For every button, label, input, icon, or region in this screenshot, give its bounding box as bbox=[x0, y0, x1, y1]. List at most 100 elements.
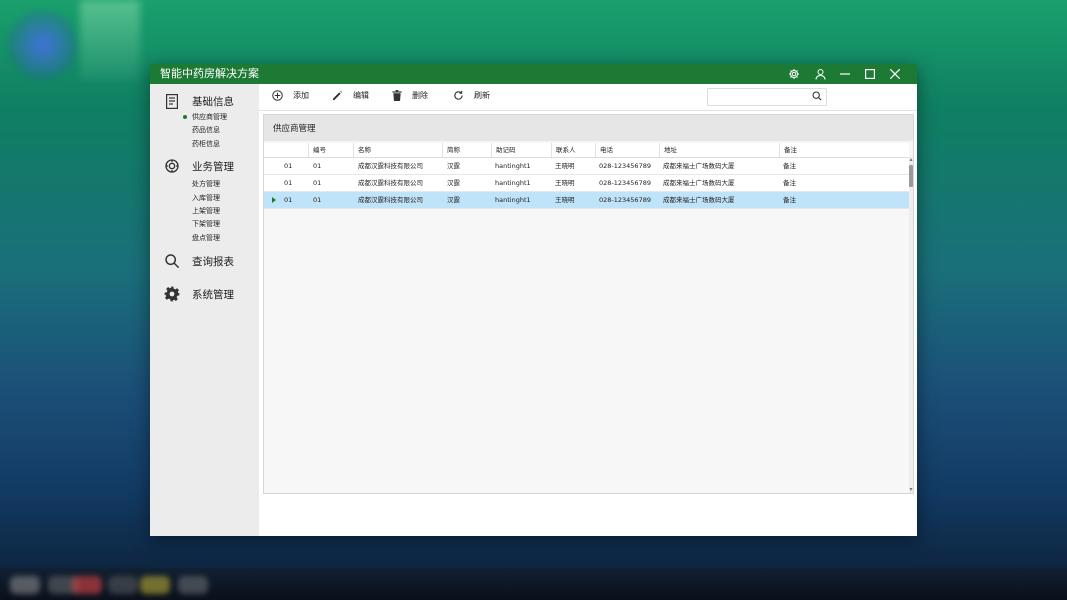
scroll-up-icon[interactable]: ▴ bbox=[909, 157, 913, 163]
add-label: 添加 bbox=[293, 91, 309, 100]
nav-basic-info-label: 基础信息 bbox=[192, 95, 234, 108]
nav-system-label: 系统管理 bbox=[192, 288, 234, 301]
close-icon bbox=[890, 69, 900, 79]
sidebar-item-drug-info[interactable]: 药品信息 bbox=[192, 125, 220, 135]
title-bar: 智能中药房解决方案 bbox=[150, 64, 917, 84]
desktop-icon-blur bbox=[80, 0, 140, 80]
gear-icon bbox=[164, 286, 180, 302]
row-seq: 01 bbox=[284, 162, 293, 170]
pencil-icon bbox=[332, 90, 343, 101]
column-header-address[interactable]: 地址 bbox=[659, 143, 779, 157]
document-icon bbox=[164, 93, 180, 109]
table-row[interactable]: 01 01 成都汉霆科技有限公司 汉霆 hantinght1 王晓明 028-1234567… bbox=[264, 158, 909, 175]
cell-address: 成都来福士广场数码大厦 bbox=[663, 179, 735, 187]
sidebar: 基础信息 供应商管理 药品信息 药柜信息 业务管理 处方管理 入库管理 上架管理… bbox=[150, 84, 259, 536]
nav-system[interactable]: 系统管理 bbox=[164, 286, 234, 302]
search-input[interactable] bbox=[708, 93, 812, 110]
nav-reports-label: 查询报表 bbox=[192, 255, 234, 268]
current-row-arrow-icon bbox=[272, 197, 276, 203]
minimize-button[interactable] bbox=[832, 64, 858, 84]
add-button[interactable]: 添加 bbox=[272, 90, 309, 101]
delete-label: 删除 bbox=[412, 91, 428, 100]
plus-circle-icon bbox=[272, 90, 283, 101]
cell-phone: 028-123456789 bbox=[599, 196, 651, 204]
sidebar-item-inventory[interactable]: 盘点管理 bbox=[192, 233, 220, 243]
trash-icon bbox=[392, 90, 402, 101]
cell-remark: 备注 bbox=[783, 196, 796, 204]
maximize-button[interactable] bbox=[857, 64, 883, 84]
cell-phone: 028-123456789 bbox=[599, 179, 651, 187]
table-row[interactable]: 01 01 成都汉霆科技有限公司 汉霆 hantinght1 王晓明 028-1234567… bbox=[264, 175, 909, 192]
cell-short-name: 汉霆 bbox=[447, 162, 460, 170]
nav-business[interactable]: 业务管理 bbox=[164, 158, 234, 174]
column-header-phone[interactable]: 电话 bbox=[595, 143, 659, 157]
column-header-short-name[interactable]: 简称 bbox=[442, 143, 491, 157]
settings-button[interactable] bbox=[781, 64, 807, 84]
nav-business-label: 业务管理 bbox=[192, 160, 234, 173]
window-title: 智能中药房解决方案 bbox=[160, 67, 259, 80]
maximize-icon bbox=[865, 69, 875, 79]
table-row[interactable]: 01 01 成都汉霆科技有限公司 汉霆 hantinght1 王晓明 028-1234567… bbox=[264, 192, 909, 209]
cell-name: 成都汉霆科技有限公司 bbox=[358, 162, 423, 170]
cell-code: 01 bbox=[313, 179, 322, 187]
table-header: 编号 名称 简称 助记码 联系人 电话 地址 备注 bbox=[264, 143, 909, 158]
column-header-remark[interactable]: 备注 bbox=[779, 143, 909, 157]
row-seq: 01 bbox=[284, 179, 293, 187]
scroll-down-icon[interactable]: ▾ bbox=[909, 487, 913, 493]
column-header-code[interactable]: 编号 bbox=[308, 143, 353, 157]
supplier-table: 编号 名称 简称 助记码 联系人 电话 地址 备注 01 01 成都汉霆科技有限公司… bbox=[264, 143, 913, 493]
taskbar bbox=[0, 568, 1067, 600]
cell-phone: 028-123456789 bbox=[599, 162, 651, 170]
taskbar-icon bbox=[10, 576, 40, 594]
column-header-contact[interactable]: 联系人 bbox=[551, 143, 595, 157]
taskbar-icon bbox=[178, 576, 208, 594]
refresh-label: 刷新 bbox=[474, 91, 490, 100]
refresh-icon bbox=[454, 90, 463, 100]
nav-basic-info[interactable]: 基础信息 bbox=[164, 93, 234, 109]
row-seq: 01 bbox=[284, 196, 293, 204]
vertical-scrollbar[interactable]: ▴ ▾ bbox=[909, 157, 913, 493]
search-icon[interactable] bbox=[812, 91, 822, 101]
cell-short-name: 汉霆 bbox=[447, 179, 460, 187]
column-header-indicator bbox=[264, 143, 308, 157]
sidebar-item-unshelve[interactable]: 下架管理 bbox=[192, 219, 220, 229]
sidebar-item-cabinet-info[interactable]: 药柜信息 bbox=[192, 139, 220, 149]
nav-reports[interactable]: 查询报表 bbox=[164, 253, 234, 269]
gear-ring-icon bbox=[164, 158, 180, 174]
sidebar-item-shelve[interactable]: 上架管理 bbox=[192, 206, 220, 216]
supplier-panel: 供应商管理 编号 名称 简称 助记码 联系人 电话 地址 备注 01 01 成都汉霆… bbox=[263, 114, 914, 494]
panel-title: 供应商管理 bbox=[273, 124, 316, 134]
cell-name: 成都汉霆科技有限公司 bbox=[358, 179, 423, 187]
cell-contact: 王晓明 bbox=[555, 162, 575, 170]
sidebar-item-prescription[interactable]: 处方管理 bbox=[192, 179, 220, 189]
user-icon bbox=[815, 69, 825, 80]
column-header-mnemonic[interactable]: 助记码 bbox=[491, 143, 551, 157]
active-indicator bbox=[183, 115, 187, 119]
cell-mnemonic: hantinght1 bbox=[495, 162, 531, 170]
app-window: 智能中药房解决方案 基础信息 供应商管理 药品信息 药柜信息 业务管理 处方管理… bbox=[150, 64, 917, 536]
gear-icon bbox=[789, 69, 799, 79]
search-box bbox=[707, 88, 827, 110]
refresh-button[interactable]: 刷新 bbox=[453, 90, 490, 101]
edit-button[interactable]: 编辑 bbox=[332, 90, 369, 101]
sidebar-item-supplier[interactable]: 供应商管理 bbox=[192, 112, 227, 122]
user-button[interactable] bbox=[807, 64, 833, 84]
cell-code: 01 bbox=[313, 196, 322, 204]
cell-mnemonic: hantinght1 bbox=[495, 179, 531, 187]
cell-remark: 备注 bbox=[783, 179, 796, 187]
column-header-name[interactable]: 名称 bbox=[353, 143, 442, 157]
scrollbar-thumb[interactable] bbox=[909, 165, 913, 187]
search-icon bbox=[164, 253, 180, 269]
toolbar: 添加 编辑 删除 刷新 bbox=[259, 84, 917, 111]
delete-button[interactable]: 删除 bbox=[392, 90, 428, 101]
cell-address: 成都来福士广场数码大厦 bbox=[663, 196, 735, 204]
cell-short-name: 汉霆 bbox=[447, 196, 460, 204]
desktop-icon-blur bbox=[8, 10, 78, 80]
edit-label: 编辑 bbox=[353, 91, 369, 100]
taskbar-icon bbox=[140, 576, 170, 594]
close-button[interactable] bbox=[882, 64, 908, 84]
sidebar-item-stock-in[interactable]: 入库管理 bbox=[192, 193, 220, 203]
cell-mnemonic: hantinght1 bbox=[495, 196, 531, 204]
minimize-icon bbox=[840, 73, 850, 75]
cell-code: 01 bbox=[313, 162, 322, 170]
